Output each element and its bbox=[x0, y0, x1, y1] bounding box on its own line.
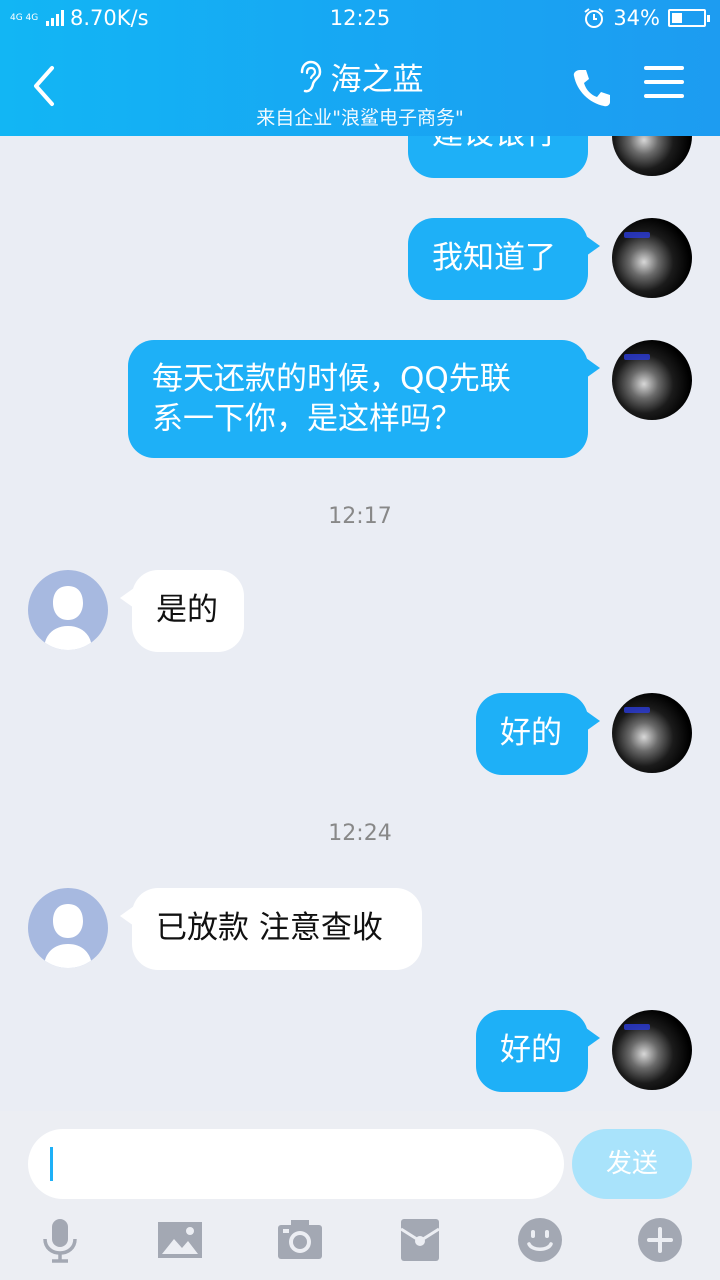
default-avatar-icon bbox=[44, 586, 92, 650]
chat-header: 4G 4G 8.70K/s 12:25 34% 海之蓝 来自企业"浪鲨电子商务" bbox=[0, 0, 720, 136]
message-input[interactable] bbox=[28, 1129, 564, 1199]
avatar-contact[interactable] bbox=[28, 888, 108, 968]
message-text: 我知道了 bbox=[432, 240, 556, 276]
image-icon bbox=[158, 1222, 202, 1258]
chat-messages[interactable]: 建设银行 我知道了 每天还款的时候，QQ先联 系一下你，是这样吗？ 12:17 … bbox=[0, 136, 720, 1111]
red-packet-button[interactable] bbox=[397, 1217, 443, 1263]
message-bubble[interactable]: 我知道了 bbox=[408, 218, 588, 300]
call-button[interactable] bbox=[570, 66, 614, 110]
timestamp: 12:24 bbox=[328, 821, 392, 846]
emoji-button[interactable] bbox=[517, 1217, 563, 1263]
battery-icon bbox=[668, 9, 710, 27]
default-avatar-icon bbox=[44, 904, 92, 968]
message-bubble[interactable]: 每天还款的时候，QQ先联 系一下你，是这样吗？ bbox=[128, 340, 588, 458]
menu-line bbox=[644, 66, 684, 70]
message-text: 好的 bbox=[500, 715, 562, 751]
red-packet-icon bbox=[400, 1219, 440, 1261]
bubble-tail bbox=[586, 711, 600, 731]
message-bubble[interactable]: 是的 bbox=[132, 570, 244, 652]
bubble-tail bbox=[586, 236, 600, 256]
alarm-icon bbox=[584, 8, 604, 28]
more-button[interactable] bbox=[637, 1217, 683, 1263]
message-bubble[interactable]: 好的 bbox=[476, 1010, 588, 1092]
plus-icon bbox=[638, 1218, 682, 1262]
camera-icon bbox=[278, 1220, 322, 1259]
emoji-icon bbox=[518, 1218, 562, 1262]
input-bar: 发送 bbox=[0, 1111, 720, 1280]
send-button[interactable]: 发送 bbox=[572, 1129, 692, 1199]
timestamp: 12:17 bbox=[328, 504, 392, 529]
page-title: 海之蓝 bbox=[330, 62, 424, 98]
bubble-tail bbox=[586, 358, 600, 378]
avatar-self[interactable] bbox=[612, 1010, 692, 1090]
battery-percent: 34% bbox=[613, 6, 660, 30]
text-cursor bbox=[50, 1147, 53, 1181]
menu-button[interactable] bbox=[644, 66, 684, 106]
message-bubble[interactable]: 好的 bbox=[476, 693, 588, 775]
camera-button[interactable] bbox=[277, 1217, 323, 1263]
avatar-self[interactable] bbox=[612, 693, 692, 773]
avatar-contact[interactable] bbox=[28, 570, 108, 650]
bubble-tail bbox=[586, 1028, 600, 1048]
message-text: 好的 bbox=[500, 1032, 562, 1068]
image-button[interactable] bbox=[157, 1217, 203, 1263]
status-bar: 4G 4G 8.70K/s 12:25 34% bbox=[0, 0, 720, 38]
status-right: 34% bbox=[583, 6, 710, 30]
message-text-line: 每天还款的时候，QQ先联 bbox=[152, 361, 511, 397]
avatar-self[interactable] bbox=[612, 218, 692, 298]
message-bubble[interactable]: 已放款 注意查收 bbox=[132, 888, 422, 970]
menu-line bbox=[644, 94, 684, 98]
battery-fill bbox=[672, 13, 682, 23]
message-text: 建设银行 bbox=[432, 136, 556, 152]
microphone-icon bbox=[43, 1219, 77, 1263]
voice-button[interactable] bbox=[37, 1217, 83, 1263]
phone-icon bbox=[573, 70, 610, 107]
avatar-self[interactable] bbox=[612, 136, 692, 176]
ear-icon bbox=[300, 60, 321, 92]
message-text-line: 系一下你，是这样吗？ bbox=[152, 401, 462, 437]
message-text: 已放款 注意查收 bbox=[156, 910, 383, 946]
menu-line bbox=[644, 80, 684, 84]
message-text: 是的 bbox=[156, 592, 218, 628]
avatar-self[interactable] bbox=[612, 340, 692, 420]
message-bubble[interactable]: 建设银行 bbox=[408, 136, 588, 178]
